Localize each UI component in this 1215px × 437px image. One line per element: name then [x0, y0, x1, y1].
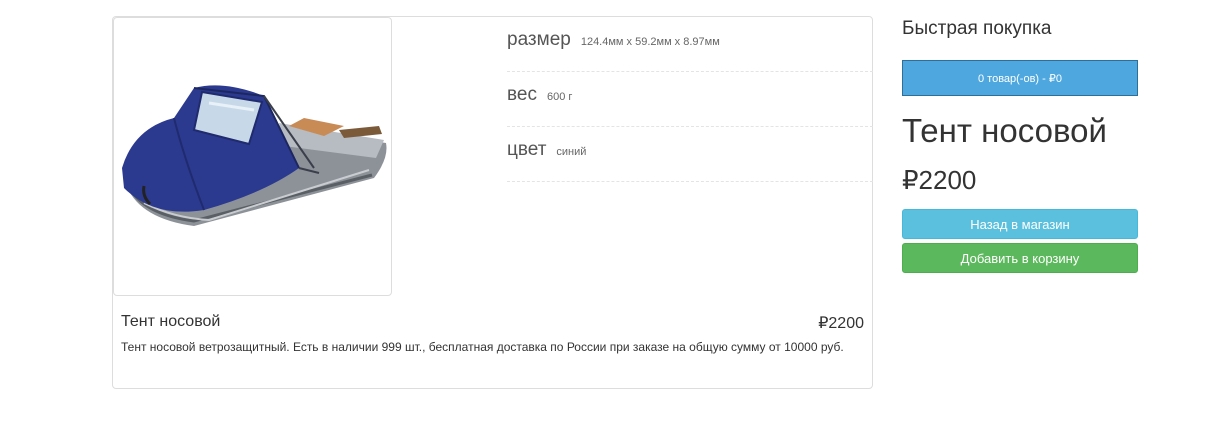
product-image[interactable] — [113, 17, 392, 296]
spec-list: размер 124.4мм x 59.2мм x 8.97мм вес 600… — [507, 17, 873, 182]
product-price: ₽2200 — [902, 165, 977, 195]
spec-value: 600 г — [546, 91, 573, 103]
spec-row-weight: вес 600 г — [507, 72, 873, 127]
product-caption-price: ₽2200 — [818, 315, 864, 332]
spec-label: размер — [507, 29, 571, 50]
add-to-cart-button[interactable]: Добавить в корзину — [902, 243, 1138, 273]
boat-tent-image — [122, 85, 387, 226]
spec-row-size: размер 124.4мм x 59.2мм x 8.97мм — [507, 17, 873, 72]
product-caption-title: Тент носовой — [121, 313, 221, 330]
cart-button[interactable]: 0 товар(-ов) - ₽0 — [902, 60, 1138, 96]
spec-label: цвет — [507, 139, 547, 160]
spec-value: синий — [556, 146, 587, 158]
spec-row-color: цвет синий — [507, 127, 873, 182]
quick-buy-title: Быстрая покупка — [902, 18, 1052, 39]
product-card: размер 124.4мм x 59.2мм x 8.97мм вес 600… — [112, 16, 873, 389]
back-to-shop-button[interactable]: Назад в магазин — [902, 209, 1138, 239]
spec-label: вес — [507, 84, 537, 105]
spec-value: 124.4мм x 59.2мм x 8.97мм — [580, 36, 720, 48]
product-description: Тент носовой ветрозащитный. Есть в налич… — [121, 340, 844, 354]
product-name: Тент носовой — [902, 112, 1107, 149]
